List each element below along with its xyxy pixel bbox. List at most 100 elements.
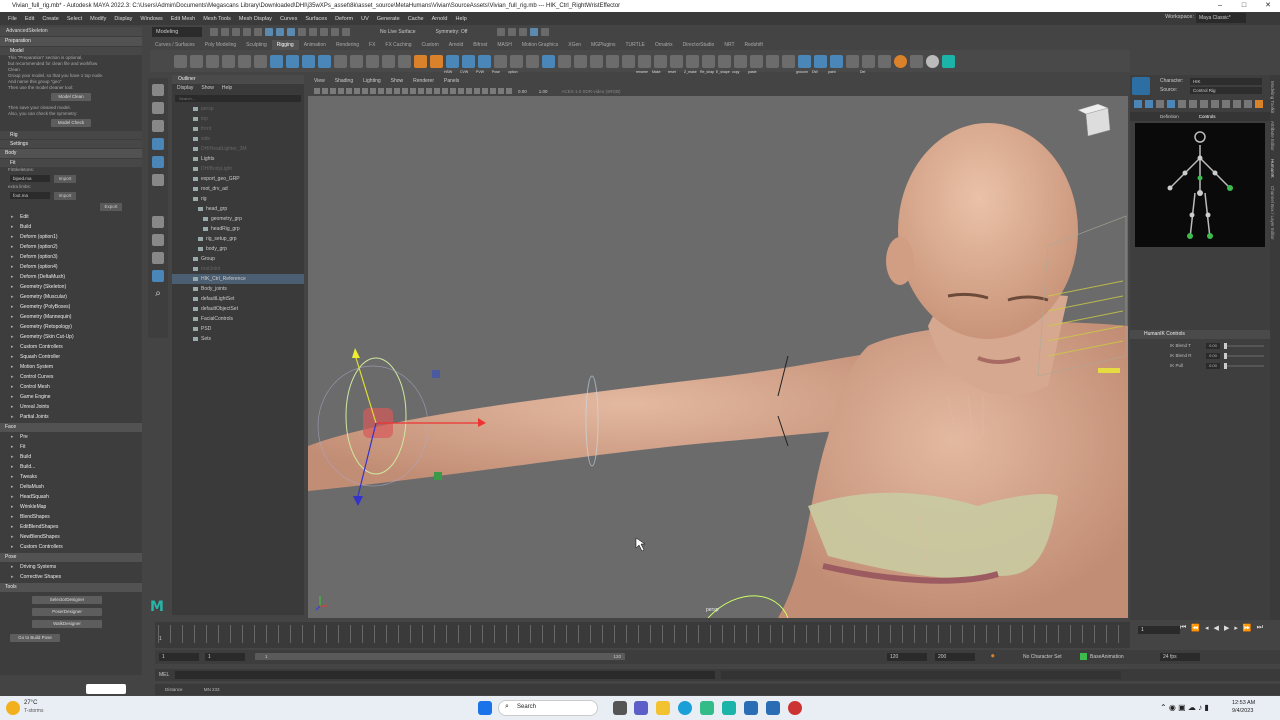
del-icon[interactable]: Del	[860, 54, 875, 74]
blendshape-icon[interactable]	[382, 54, 395, 68]
shelf-tab-animation[interactable]: Animation	[299, 40, 331, 50]
viewport-menu-lighting[interactable]: Lighting	[363, 76, 381, 86]
body-item-6[interactable]: Deform (DeltaMush)	[0, 272, 142, 282]
rename-icon[interactable]: rename	[636, 54, 651, 74]
pvw-icon[interactable]: PVW	[476, 54, 491, 74]
hypershade-icon[interactable]	[541, 28, 550, 36]
body-item-20[interactable]: Partial Joints	[0, 412, 142, 422]
gate-mask-icon[interactable]	[370, 88, 376, 94]
step-forward-key-icon[interactable]: ⏩	[1243, 624, 1252, 636]
notepad-taskbar-icon[interactable]	[766, 701, 780, 715]
menu-display[interactable]: Display	[110, 16, 136, 22]
face-item-4[interactable]: Tweaks	[0, 472, 142, 482]
step-back-icon[interactable]: ◂	[1205, 624, 1209, 636]
anim-layer-select[interactable]: BaseAnimation	[1090, 654, 1124, 660]
safe-action-icon[interactable]	[386, 88, 392, 94]
orient-joint-icon[interactable]	[238, 54, 251, 68]
outliner-row[interactable]: body_grp	[172, 244, 304, 254]
fit-skeleton-select[interactable]: biped.ma	[10, 175, 50, 182]
outliner-row[interactable]: headRig_grp	[172, 224, 304, 234]
build-pose-button[interactable]: Go to Build Pose	[10, 634, 60, 642]
recorder-taskbar-icon[interactable]	[788, 701, 802, 715]
pose-icon[interactable]: Pose	[492, 54, 507, 74]
mel-label[interactable]: MEL	[155, 672, 169, 678]
grooom-icon[interactable]: grooom	[796, 54, 811, 74]
shelf-tab-turtle[interactable]: TURTLE	[621, 40, 650, 50]
open-scene-icon[interactable]	[221, 28, 229, 36]
menu-create[interactable]: Create	[38, 16, 63, 22]
camera-select-icon[interactable]	[314, 88, 320, 94]
task-view-icon[interactable]	[613, 701, 627, 715]
safe-title-icon[interactable]	[394, 88, 400, 94]
outliner-row[interactable]: rig	[172, 194, 304, 204]
outliner-row[interactable]: Lights	[172, 154, 304, 164]
wrap-icon[interactable]	[366, 54, 379, 68]
xray-icon[interactable]	[490, 88, 496, 94]
view-cube[interactable]	[1077, 103, 1111, 137]
outliner-row[interactable]: export_geo_GRP	[172, 174, 304, 184]
mirror-joint-icon[interactable]	[222, 54, 235, 68]
viewport-menu-renderer[interactable]: Renderer	[413, 76, 434, 86]
bind-skin-icon[interactable]	[270, 54, 283, 68]
shelf-tool-11-icon[interactable]	[878, 54, 891, 68]
ipr-icon[interactable]	[519, 28, 528, 36]
ik-control-value[interactable]: 0.00	[1206, 363, 1220, 369]
outliner-row[interactable]: DHIHeadLighter_3M	[172, 144, 304, 154]
shelf-tab-directorstudio[interactable]: DirectorStudio	[678, 40, 720, 50]
body-item-18[interactable]: Game Engine	[0, 392, 142, 402]
shelf-tool-3-icon[interactable]	[558, 54, 571, 68]
shelf-tool-8-icon[interactable]	[766, 54, 779, 68]
shelf-tab-mgplugins[interactable]: MGPlugins	[586, 40, 620, 50]
body-item-10[interactable]: Geometry (Mannequin)	[0, 312, 142, 322]
shelf-tool-7-icon[interactable]	[622, 54, 635, 68]
render-icon[interactable]	[508, 28, 517, 36]
outliner-row[interactable]: rig_setup_grp	[172, 234, 304, 244]
face-item-3[interactable]: Build...	[0, 462, 142, 472]
cvw-icon[interactable]: CVW	[460, 54, 475, 74]
play-back-icon[interactable]: ◀	[1214, 624, 1219, 636]
menu-curves[interactable]: Curves	[276, 16, 301, 22]
shelf-tab-mash[interactable]: MASH	[492, 40, 516, 50]
hik-tool-12-icon[interactable]	[1255, 100, 1263, 108]
hik-tool-6-icon[interactable]	[1189, 100, 1197, 108]
outliner-row[interactable]: DHIBodyLight	[172, 164, 304, 174]
shelf-tool-10-icon[interactable]	[846, 54, 859, 68]
select-object-icon[interactable]	[276, 28, 284, 36]
viewport-menu-show[interactable]: Show	[391, 76, 404, 86]
shelf-tab-custom[interactable]: Custom	[417, 40, 444, 50]
shelf-tab-arnold[interactable]: Arnold	[444, 40, 468, 50]
move-tool-icon[interactable]	[152, 138, 164, 150]
insert-joint-icon[interactable]	[254, 54, 267, 68]
body-item-2[interactable]: Deform (option1)	[0, 232, 142, 242]
motion-blur-icon[interactable]	[458, 88, 464, 94]
e-shape-icon[interactable]: E_shape	[716, 54, 731, 74]
side-tab-channel-box[interactable]: Channel Box / Layer Editor	[1270, 186, 1275, 240]
shelf-tool-9-icon[interactable]	[782, 54, 795, 68]
model-check-button[interactable]: Model Check	[51, 119, 91, 127]
side-tab-attribute-editor[interactable]: Attribute Editor	[1270, 121, 1275, 151]
tab-definition[interactable]: Definition	[1160, 112, 1179, 121]
command-input[interactable]	[175, 671, 715, 679]
move-y-arrow[interactable]	[352, 348, 360, 358]
body-item-1[interactable]: Build	[0, 222, 142, 232]
menu-edit[interactable]: Edit	[21, 16, 38, 22]
hik-tool-1-icon[interactable]	[1134, 100, 1142, 108]
outliner-row[interactable]: persp	[172, 104, 304, 114]
outliner-row[interactable]: top	[172, 114, 304, 124]
body-item-16[interactable]: Control Curves	[0, 372, 142, 382]
maya-taskbar-icon[interactable]	[722, 701, 736, 715]
time-slider[interactable]: 1	[155, 622, 1130, 648]
smooth-shade-icon[interactable]	[410, 88, 416, 94]
viewport-menu-panels[interactable]: Panels	[444, 76, 459, 86]
hik-tool-3-icon[interactable]	[1156, 100, 1164, 108]
fps-select[interactable]: 24 fps	[1160, 653, 1200, 661]
close-button[interactable]: ✕	[1256, 0, 1280, 12]
face-item-7[interactable]: WrinkleMap	[0, 502, 142, 512]
outliner-menu-help[interactable]: Help	[222, 84, 232, 93]
shelf-tab-poly[interactable]: Poly Modeling	[200, 40, 241, 50]
workspace-select[interactable]: Maya Classic*	[1196, 13, 1246, 23]
shelf-tab-rendering[interactable]: Rendering	[331, 40, 364, 50]
field-chart-icon[interactable]	[378, 88, 384, 94]
outliner-row[interactable]: FacialControls	[172, 314, 304, 324]
image-plane-icon[interactable]	[338, 88, 344, 94]
